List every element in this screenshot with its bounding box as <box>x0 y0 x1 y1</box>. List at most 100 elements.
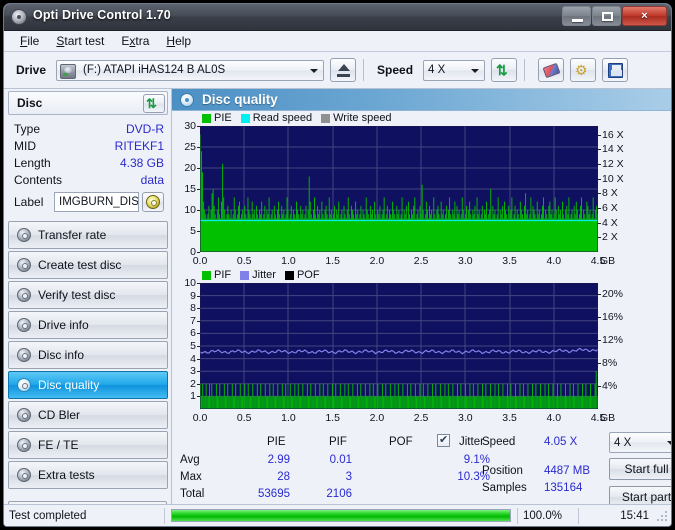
axis-tick-label: 8% <box>602 357 618 370</box>
sidebar-item-cd-bler[interactable]: CD Bler <box>8 401 168 429</box>
axis-tick-label: 1.5 <box>325 412 340 424</box>
legend-swatch-pof <box>284 270 294 280</box>
refresh-button[interactable]: ⇅ <box>491 58 518 82</box>
axis-tick-label: 3 <box>190 365 196 378</box>
axis-tick <box>197 126 200 127</box>
test-speed-select[interactable]: 4 X <box>609 432 671 453</box>
drive-select[interactable]: (F:) ATAPI iHAS124 B AL0S <box>56 59 325 81</box>
axis-tick-label: 0.5 <box>236 255 252 267</box>
stats-total-pie: 53695 <box>258 488 290 500</box>
pif-jitter-plot <box>200 283 598 409</box>
disc-label-field[interactable]: IMGBURN_DIS <box>54 192 139 212</box>
menu-extra[interactable]: Extra <box>113 32 158 50</box>
resize-grip[interactable] <box>656 511 668 523</box>
legend-label-pie: PIE <box>214 112 232 124</box>
window-controls: × <box>562 6 667 26</box>
close-button[interactable]: × <box>622 6 667 26</box>
toolbar-divider-2 <box>524 59 526 81</box>
sidebar-item-label: CD Bler <box>38 408 81 422</box>
maximize-button[interactable] <box>592 6 621 26</box>
speed-select-value: 4 X <box>428 64 446 76</box>
legend-label-read-speed: Read speed <box>252 112 313 124</box>
sidebar-item-disc-info[interactable]: Disc info <box>8 341 168 369</box>
main-body: Disc ⇅ Type DVD-R MID RITEKF1 Length 4.3… <box>4 89 671 526</box>
jitter-checkbox[interactable] <box>437 433 450 448</box>
axis-tick-label: 0.0 <box>192 255 208 267</box>
sidebar-item-label: Verify test disc <box>38 288 116 302</box>
sidebar-item-transfer-rate[interactable]: Transfer rate <box>8 221 168 249</box>
axis-tick-label: 0.0 <box>192 412 208 424</box>
minimize-button[interactable] <box>562 6 591 26</box>
eraser-icon <box>542 62 561 79</box>
samples-stat-label: Samples <box>482 482 527 494</box>
disc-icon <box>17 468 31 482</box>
axis-tick-label: 30 <box>184 120 196 132</box>
disc-label-row: Label IMGBURN_DIS <box>14 192 164 212</box>
axis-tick <box>598 237 601 239</box>
sidebar-item-extra-tests[interactable]: Extra tests <box>8 461 168 489</box>
start-full-button[interactable]: Start full <box>609 458 671 480</box>
stats-col-jitter: Jitter <box>459 436 484 448</box>
eject-button[interactable] <box>330 58 357 82</box>
axis-tick-label: 9 <box>190 289 196 302</box>
menu-help[interactable]: Help <box>158 32 200 50</box>
axis-tick-label: 2 X <box>602 231 618 244</box>
axis-tick-label: 2.0 <box>369 255 385 267</box>
disc-refresh-button[interactable]: ⇅ <box>143 94 165 113</box>
disc-info-value: data <box>140 173 164 187</box>
nav-list: Transfer rate Create test disc Verify te… <box>8 221 168 489</box>
axis-tick <box>598 149 601 151</box>
speed-select[interactable]: 4 X <box>423 59 486 81</box>
close-icon: × <box>641 10 648 22</box>
app-icon <box>11 9 27 25</box>
drive-label: Drive <box>16 63 47 77</box>
erase-button[interactable] <box>538 58 565 82</box>
axis-unit-label: GB <box>600 255 616 267</box>
sidebar-item-verify-test-disc[interactable]: Verify test disc <box>8 281 168 309</box>
sidebar-item-create-test-disc[interactable]: Create test disc <box>8 251 168 279</box>
window-title: Opti Drive Control 1.70 <box>33 8 171 22</box>
axis-tick <box>197 358 200 360</box>
stats-col-pof: POF <box>389 436 413 448</box>
disc-info-row-mid: MID RITEKF1 <box>14 138 164 155</box>
progress-percent: 100.0% <box>523 509 563 522</box>
settings-button[interactable]: ⚙ <box>570 58 597 82</box>
stats-row-total-label: Total <box>180 488 205 500</box>
save-button[interactable] <box>602 58 629 82</box>
disc-icon <box>17 318 31 332</box>
checkbox-icon <box>437 433 450 447</box>
axis-tick-label: 5 <box>190 340 196 352</box>
legend-item-write-speed: Write speed <box>321 112 392 124</box>
menu-file[interactable]: FFileile <box>12 32 48 50</box>
progress-fill <box>172 510 510 521</box>
axis-tick <box>197 210 200 211</box>
legend-swatch-pie <box>202 113 211 123</box>
position-stat-label: Position <box>482 465 523 477</box>
axis-tick <box>197 168 200 169</box>
axis-tick-label: 12% <box>602 334 624 347</box>
sidebar-item-drive-info[interactable]: Drive info <box>8 311 168 339</box>
legend-swatch-jitter <box>240 270 250 280</box>
stats-max-pie: 28 <box>277 471 290 483</box>
axis-tick-label: 2.5 <box>413 255 429 267</box>
stats-total-pif: 2106 <box>326 488 352 500</box>
statistics-panel: PIE PIF POF Jitter Avg 2.99 0.01 9.1% Ma… <box>172 432 671 508</box>
axis-tick <box>598 193 601 195</box>
title-bar: Opti Drive Control 1.70 × <box>4 4 671 31</box>
sidebar-item-label: Create test disc <box>38 258 122 272</box>
axis-tick-label: 12 X <box>602 158 624 171</box>
legend-label-pof: POF <box>296 269 320 281</box>
sidebar-item-disc-quality[interactable]: Disc quality <box>8 371 168 399</box>
chevron-down-icon <box>667 441 671 445</box>
axis-tick-label: 6 <box>190 327 196 340</box>
content-area: Disc quality PIE Read speed Write speed <box>171 89 671 526</box>
axis-tick-label: 8 X <box>602 187 618 200</box>
speed-stat-label: Speed <box>482 436 516 448</box>
sidebar-item-fe-te[interactable]: FE / TE <box>8 431 168 459</box>
axis-tick-label: 6 X <box>602 202 618 215</box>
menu-start-test[interactable]: Start test <box>48 32 113 50</box>
disc-label-button[interactable] <box>142 192 164 212</box>
disc-info-list: Type DVD-R MID RITEKF1 Length 4.38 GB Co… <box>8 116 168 215</box>
disc-icon <box>17 348 31 362</box>
disc-info-row-contents: Contents data <box>14 172 164 189</box>
